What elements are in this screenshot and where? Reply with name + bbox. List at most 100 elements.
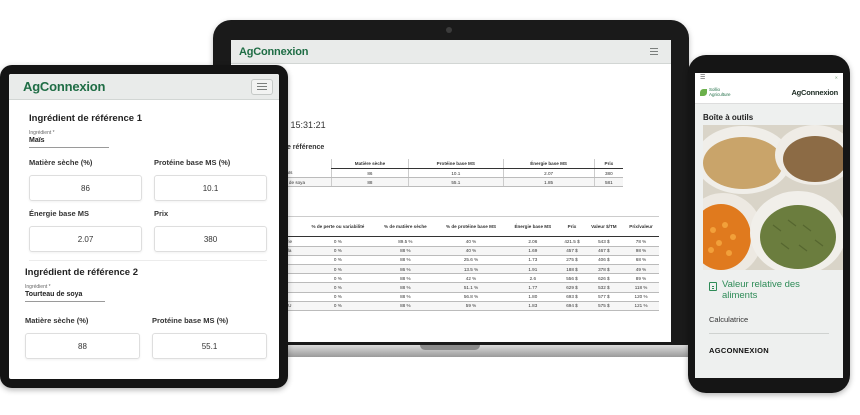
laptop-camera xyxy=(446,27,452,33)
results-table-cell: 88 % xyxy=(374,273,436,284)
sollio-subname: Agriculture xyxy=(709,91,731,97)
reference-table-cell: 86 xyxy=(330,168,409,179)
results-table-cell: 1.80 xyxy=(506,292,560,302)
results-table-cell: 98 % xyxy=(623,246,659,256)
document-icon xyxy=(709,282,717,291)
toolbox-title: Boîte à outils xyxy=(703,113,754,122)
report-date: 2023/02/15 15:31:21 xyxy=(243,120,326,130)
reference-table-cell: 55.1 xyxy=(408,177,504,188)
results-table-cell: 0 % xyxy=(300,292,375,302)
results-table-header-cell: % de matière sèche xyxy=(374,216,436,238)
laptop-menu-icon[interactable] xyxy=(647,46,661,58)
tablet: AgConnexion Ingrédient de référence 1 In… xyxy=(0,65,288,388)
phone-logo[interactable]: AgConnexion xyxy=(791,88,838,97)
results-table-header-cell: % de protéine base MS xyxy=(435,216,507,238)
results-table-cell: 120 % xyxy=(623,292,659,302)
ref2-title: Ingrédient de référence 2 xyxy=(25,267,138,278)
ref1-protein-label: Protéine base MS (%) xyxy=(154,158,231,167)
results-table-cell: 0 % xyxy=(300,301,375,311)
results-table-row: Synchro Mix 500 %88 %56.8 %1.80693 $577 … xyxy=(243,292,659,302)
reference-table-cell: 2.07 xyxy=(502,168,595,179)
results-section-title: Résultats xyxy=(243,201,659,208)
reference-table-cell: 581 xyxy=(593,177,623,188)
ref1-ingredient-label: Ingrédient * xyxy=(29,130,55,136)
device-mockup-stage: AgConnexion VRA 2023/02/15 15:31:21 Ingr… xyxy=(0,0,860,415)
laptop-screen: AgConnexion VRA 2023/02/15 15:31:21 Ingr… xyxy=(231,40,671,342)
results-table-cell: 577 $ xyxy=(584,292,624,302)
results-table-cell: 457 $ xyxy=(559,246,585,256)
section-divider xyxy=(29,260,267,261)
results-table-cell: 543 $ xyxy=(584,236,624,247)
report-title: VRA xyxy=(243,74,659,88)
ref1-price-input[interactable]: 380 xyxy=(154,226,267,252)
results-table-cell: 88 % xyxy=(374,282,436,293)
results-table-cell: 42 % xyxy=(435,273,507,284)
results-table-cell: 59 % xyxy=(435,301,507,311)
results-table-header-cell: Prix xyxy=(559,216,585,238)
ref2-ingredient-select[interactable]: Tourteau de soya xyxy=(25,291,105,302)
results-table-cell: 40 % xyxy=(435,236,507,247)
phone-close-icon[interactable]: ✕ xyxy=(835,75,838,80)
laptop-app-header: AgConnexion xyxy=(231,40,671,64)
tool-link[interactable]: Valeur relative des aliments xyxy=(695,270,843,302)
results-table-cell: 118 % xyxy=(623,282,659,293)
reference-table-cell: 380 xyxy=(593,168,623,179)
calculator-link[interactable]: Calculatrice xyxy=(695,302,843,324)
results-table-cell: 0 % xyxy=(300,273,375,284)
report: VRA 2023/02/15 15:31:21 Ingrédients de r… xyxy=(231,64,671,317)
results-table-cell: 693 $ xyxy=(559,292,585,302)
tablet-form: Ingrédient de référence 1 Ingrédient * M… xyxy=(9,113,279,359)
results-table-row: Orge0 %86 %13.5 %1.91188 $378 $49 % xyxy=(243,264,659,275)
ref1-ingredient-select[interactable]: Maïs xyxy=(29,137,109,148)
results-table-cell: 88 % xyxy=(374,301,436,311)
ref2-dm-label: Matière sèche (%) xyxy=(25,316,89,325)
reference-table-row: Maïs8610.12.07380 xyxy=(243,168,623,179)
results-table-cell: 89.5 % xyxy=(374,236,436,247)
results-table-cell: 626 $ xyxy=(584,273,624,284)
results-table-cell: 0 % xyxy=(300,255,375,265)
tablet-logo[interactable]: AgConnexion xyxy=(23,79,105,94)
results-table-cell: 25.6 % xyxy=(435,255,507,265)
ref1-protein-input[interactable]: 10.1 xyxy=(154,175,267,201)
results-table-cell: 88 % xyxy=(374,255,436,265)
laptop-logo[interactable]: AgConnexion xyxy=(239,46,308,58)
results-table-cell: 0 % xyxy=(300,264,375,275)
results-table-cell: 68 % xyxy=(623,255,659,265)
results-table-cell: 421.5 $ xyxy=(559,236,585,247)
tablet-app-header: AgConnexion xyxy=(9,74,279,100)
results-table-cell: 629 $ xyxy=(559,282,585,293)
results-table-cell: 556 $ xyxy=(559,273,585,284)
results-table-cell: 1.83 xyxy=(506,301,560,311)
results-table-cell: 406 $ xyxy=(584,255,624,265)
phone-menu-icon[interactable]: ☰ xyxy=(700,74,705,81)
ref1-energy-label: Énergie base MS xyxy=(29,209,90,218)
results-table-cell: 40 % xyxy=(435,246,507,256)
sollio-leaf-icon xyxy=(700,89,707,96)
ref1-energy-input[interactable]: 2.07 xyxy=(29,226,142,252)
reference-table-header-cell: Protéine base MS xyxy=(408,159,504,169)
results-table-cell: 0 % xyxy=(300,282,375,293)
reference-table: Matière sèche Protéine base MS Énergie bas… xyxy=(243,159,623,188)
laptop-notch xyxy=(420,345,480,350)
results-table-cell: 532 $ xyxy=(584,282,624,293)
ref2-dm-input[interactable]: 88 xyxy=(25,333,140,359)
reference-section-title: Ingrédients de référence xyxy=(243,144,325,151)
ref2-ingredient-label: Ingrédient * xyxy=(25,284,51,290)
results-table-cell: 86 % xyxy=(374,264,436,275)
results-table-cell: 2.06 xyxy=(506,236,560,247)
results-table-cell: 78 % xyxy=(623,236,659,247)
results-table-cell: 467 $ xyxy=(584,246,624,256)
results-table-cell: 575 $ xyxy=(584,301,624,311)
results-table-header-cell: Valeur $/TM xyxy=(584,216,624,238)
ref1-dm-label: Matière sèche (%) xyxy=(29,158,93,167)
toolbox-panel: Boîte à outils Valeur relative des alime… xyxy=(695,104,843,378)
tablet-menu-icon[interactable] xyxy=(251,78,273,95)
phone-status-bar: ☰ ✕ xyxy=(695,73,843,82)
ref1-grid-2: Énergie base MS 2.07 Prix 380 xyxy=(29,209,267,252)
ref2-protein-input[interactable]: 55.1 xyxy=(152,333,267,359)
tool-title[interactable]: Valeur relative des aliments xyxy=(722,279,837,302)
results-table-row: Synchro Mix 51 AU0 %88 %59 %1.83694 $575… xyxy=(243,301,659,311)
ref1-grid: Matière sèche (%) 86 Protéine base MS (%… xyxy=(29,158,267,201)
results-table-row: Gros gluten sec0 %88 %25.6 %1.73275 $406… xyxy=(243,255,659,265)
ref1-dm-input[interactable]: 86 xyxy=(29,175,142,201)
